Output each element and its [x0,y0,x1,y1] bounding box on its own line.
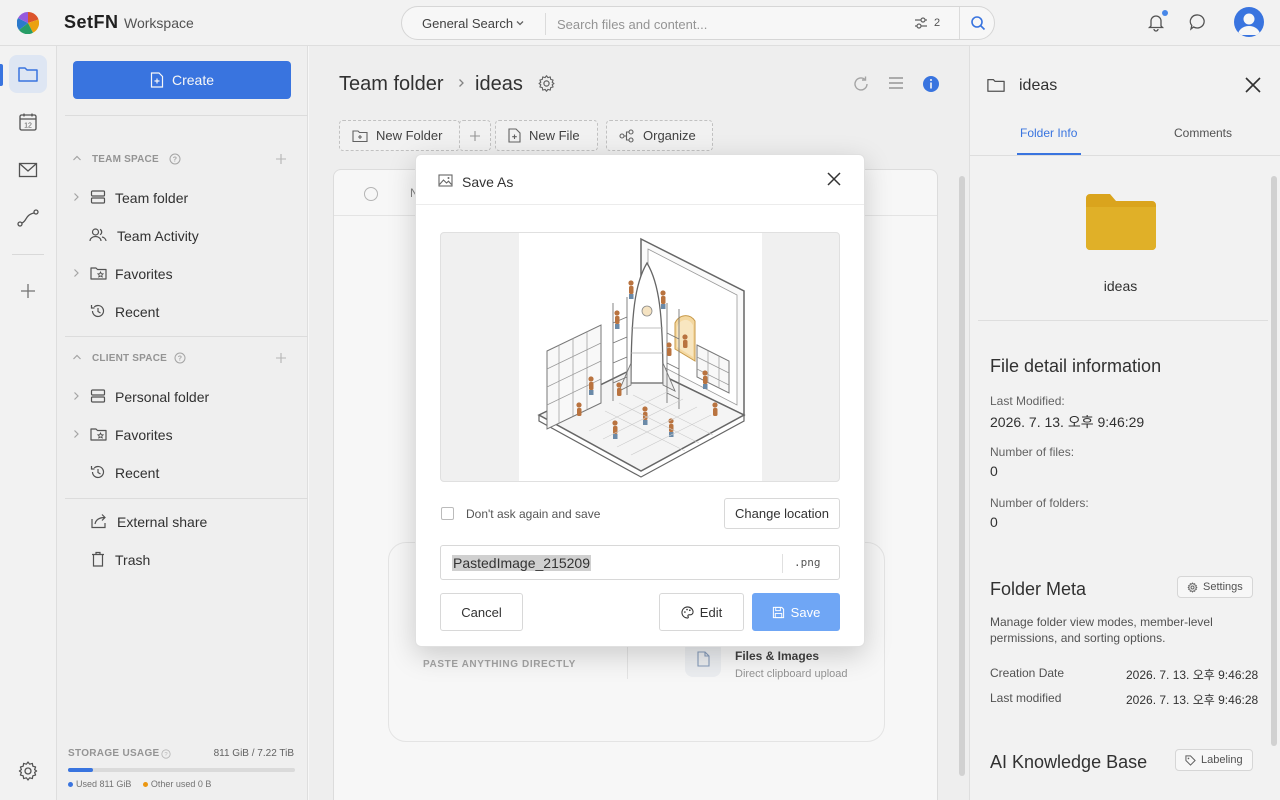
save-as-dialog: Save As Don't ask again and save Change … [415,154,865,647]
cancel-button-label: Cancel [461,604,502,620]
file-extension: .png [794,556,821,569]
filename-field[interactable]: PastedImage_215209 .png [440,545,840,580]
edit-button-label: Edit [699,604,723,620]
edit-button[interactable]: Edit [659,593,744,631]
dont-ask-label[interactable]: Don't ask again and save [466,507,600,521]
filename-input-value[interactable]: PastedImage_215209 [452,555,591,571]
save-button-label: Save [790,604,821,620]
save-button[interactable]: Save [752,593,840,631]
pasted-image-thumbnail [519,233,762,481]
palette-icon [681,605,694,619]
dont-ask-checkbox[interactable] [441,507,454,520]
cancel-button[interactable]: Cancel [440,593,523,631]
image-icon [438,174,453,187]
change-location-label: Change location [735,506,829,521]
image-preview [440,232,840,482]
dialog-title: Save As [462,174,514,190]
close-icon[interactable] [826,171,842,187]
floppy-disk-icon [772,606,784,618]
change-location-button[interactable]: Change location [724,498,840,529]
extension-divider [782,554,783,573]
dialog-header: Save As [416,155,864,205]
